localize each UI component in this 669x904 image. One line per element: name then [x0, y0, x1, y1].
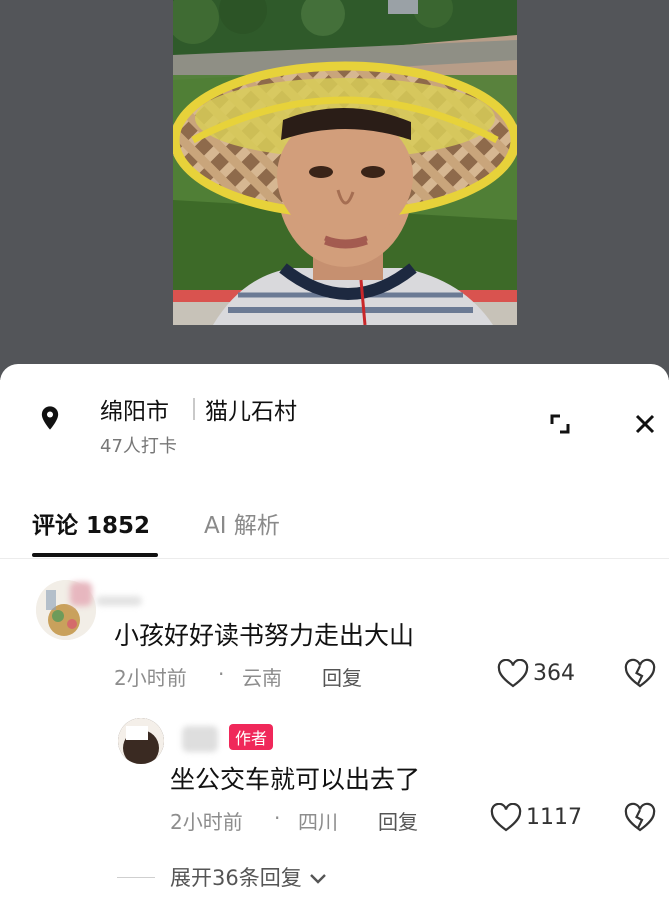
username-redacted[interactable] — [96, 596, 142, 606]
heart-icon[interactable] — [490, 802, 522, 833]
tab-ai-analysis[interactable]: AI 解析 — [204, 506, 280, 540]
like-count: 364 — [533, 661, 575, 686]
reply-button[interactable]: 回复 — [322, 662, 362, 691]
author-badge: 作者 — [229, 724, 274, 750]
more-replies-line — [117, 877, 155, 878]
avatar[interactable] — [118, 718, 164, 764]
meta-dot: · — [274, 806, 281, 830]
checkin-count: 47人打卡 — [100, 436, 177, 457]
close-icon[interactable] — [623, 402, 667, 446]
photo-illustration — [173, 0, 517, 325]
like-count: 1117 — [526, 805, 582, 830]
comment-time: 2小时前 — [114, 666, 187, 690]
comment-region: 云南 — [242, 666, 282, 690]
chevron-down-icon — [308, 867, 328, 891]
reply-text: 坐公交车就可以出去了 — [170, 765, 421, 794]
location-city[interactable]: 绵阳市 — [100, 392, 169, 426]
username-redacted[interactable] — [70, 582, 92, 606]
reply-region: 四川 — [298, 810, 338, 834]
active-tab-indicator — [32, 553, 158, 557]
dislike-icon[interactable] — [624, 802, 656, 834]
location-separator — [193, 398, 195, 420]
expand-replies-button[interactable]: 展开36条回复 — [170, 862, 328, 892]
heart-icon[interactable] — [497, 658, 529, 689]
reply-time: 2小时前 — [170, 810, 243, 834]
tabs-divider — [0, 558, 669, 559]
location-pin-icon — [36, 404, 64, 432]
expand-replies-label: 展开36条回复 — [170, 866, 302, 890]
post-photo[interactable] — [173, 0, 517, 325]
comment-text: 小孩好好读书努力走出大山 — [114, 621, 415, 650]
tab-comments[interactable]: 评论 1852 — [32, 506, 150, 540]
location-village[interactable]: 猫儿石村 — [205, 392, 297, 426]
reply-button[interactable]: 回复 — [378, 806, 418, 835]
username-redacted[interactable] — [182, 726, 218, 752]
meta-dot: · — [218, 662, 225, 686]
expand-icon[interactable] — [540, 404, 580, 444]
dislike-icon[interactable] — [624, 658, 656, 690]
